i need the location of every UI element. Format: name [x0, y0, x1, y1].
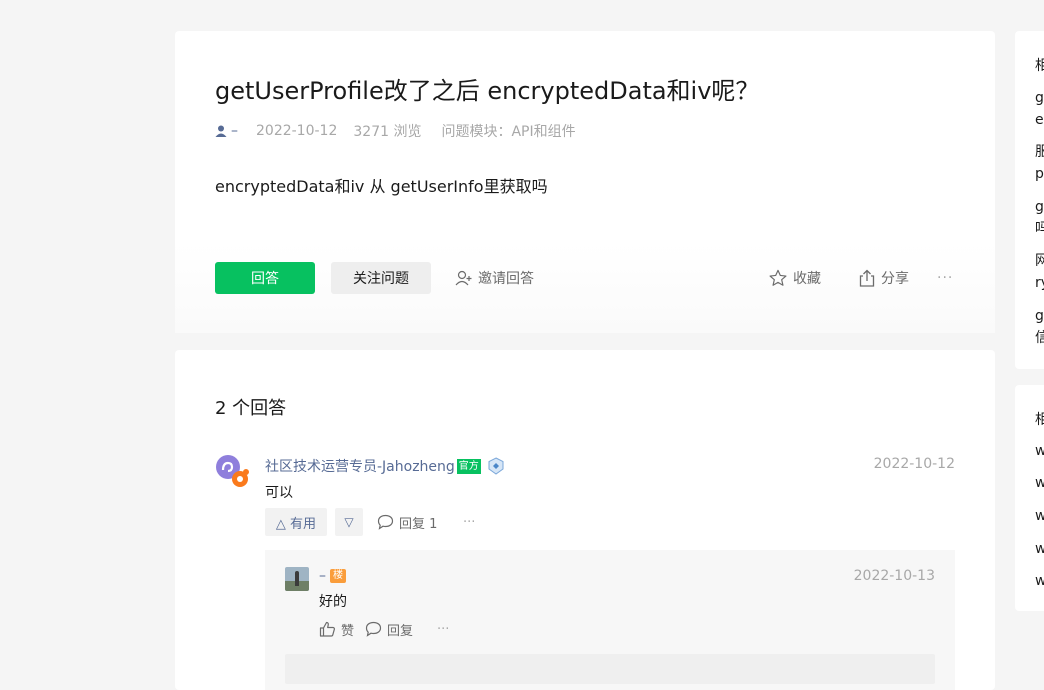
second-panel-title: 相: [1035, 412, 1044, 428]
related-item-line: 信: [1035, 330, 1044, 346]
comment-icon: [377, 514, 394, 530]
related-item-line: 吗: [1035, 221, 1044, 237]
verified-shield-icon: [487, 457, 505, 475]
reply-date: 2022-10-13: [853, 568, 935, 584]
share-icon: [859, 269, 875, 287]
reply-button[interactable]: 回复: [365, 618, 413, 640]
related-item[interactable]: 网 ry: [1035, 250, 1044, 294]
question-card: getUserProfile改了之后 encryptedData和iv呢？ – …: [175, 31, 995, 333]
add-user-icon: [455, 270, 473, 286]
question-module-link[interactable]: API和组件: [511, 121, 575, 141]
sidebar-link[interactable]: w: [1035, 570, 1044, 592]
related-item-line: 服: [1035, 144, 1044, 160]
share-button[interactable]: 分享: [859, 262, 909, 294]
reply-author-row: – 楼: [319, 568, 346, 584]
question-body: encryptedData和iv 从 getUserInfo里获取吗: [215, 177, 548, 196]
related-questions-panel: 相 g e 服 p g 吗 网 ry g 信: [1015, 31, 1044, 369]
related-item[interactable]: g 吗: [1035, 196, 1044, 240]
favorite-button[interactable]: 收藏: [769, 262, 821, 294]
related-item-line: ry: [1035, 275, 1044, 291]
user-icon: [215, 125, 227, 137]
answer-author-name[interactable]: 社区技术运营专员-Jahozheng: [265, 456, 455, 476]
related-item-line: p: [1035, 166, 1044, 182]
star-icon: [769, 269, 787, 287]
follow-question-button[interactable]: 关注问题: [331, 262, 431, 294]
question-views: 3271 浏览: [353, 124, 422, 140]
reply-label: 回复: [387, 623, 414, 639]
avatar[interactable]: [215, 454, 249, 488]
related-item[interactable]: 服 p: [1035, 141, 1044, 185]
question-actions-bar: 回答 关注问题 邀请回答 收藏 分享 ···: [175, 243, 995, 333]
answer-date: 2022-10-12: [873, 456, 955, 472]
like-button[interactable]: 赞: [319, 618, 354, 640]
share-label: 分享: [881, 271, 909, 287]
reply-text: 好的: [319, 594, 347, 610]
related-item-line: g: [1035, 90, 1044, 106]
answer-author-row: 社区技术运营专员-Jahozheng 官方: [265, 456, 505, 476]
related-item[interactable]: g e: [1035, 87, 1044, 131]
reply-more-button[interactable]: ···: [437, 618, 449, 640]
answer-text: 可以: [265, 485, 293, 501]
question-date: 2022-10-12: [256, 123, 338, 139]
reply-input[interactable]: [285, 654, 935, 684]
comment-icon: [365, 621, 382, 637]
sidebar-link[interactable]: w: [1035, 538, 1044, 560]
reply-button[interactable]: 回复 1: [377, 508, 437, 536]
related-item[interactable]: g 信: [1035, 305, 1044, 349]
floor-badge: 楼: [330, 569, 346, 583]
sidebar-link[interactable]: w: [1035, 505, 1044, 527]
like-label: 赞: [341, 623, 355, 639]
question-author[interactable]: –: [231, 123, 238, 139]
answer-button[interactable]: 回答: [215, 262, 315, 294]
related-panel-title: 相: [1035, 58, 1044, 74]
question-title: getUserProfile改了之后 encryptedData和iv呢？: [215, 77, 760, 105]
sidebar-link[interactable]: w: [1035, 472, 1044, 494]
invite-answer-button[interactable]: 邀请回答: [455, 262, 534, 294]
related-item-line: g: [1035, 308, 1044, 324]
related-item-line: e: [1035, 112, 1044, 128]
avatar[interactable]: [285, 567, 309, 591]
question-meta: – 2022-10-12 3271 浏览 问题模块： API和组件: [215, 121, 576, 141]
reply-author-name[interactable]: –: [319, 568, 326, 584]
official-badge: 官方: [456, 458, 481, 474]
not-useful-button[interactable]: ▽: [335, 508, 363, 536]
useful-button[interactable]: △ 有用: [265, 508, 327, 536]
answers-card: 2 个回答 社区技术运营专员-Jahozheng 官方 2022-10-12 可…: [175, 350, 995, 690]
answers-count: 2 个回答: [215, 398, 287, 419]
reply-count-label: 回复 1: [399, 516, 438, 532]
favorite-label: 收藏: [793, 271, 821, 287]
thumbs-up-icon: [319, 621, 336, 637]
related-item-line: g: [1035, 199, 1044, 215]
answer-more-button[interactable]: ···: [463, 508, 475, 536]
reply-thread: – 楼 2022-10-13 好的 赞 回复 ···: [265, 550, 955, 690]
sidebar-link[interactable]: w: [1035, 440, 1044, 462]
question-module-label: 问题模块：: [441, 124, 512, 140]
more-options-button[interactable]: ···: [937, 262, 953, 294]
second-sidebar-panel: 相 w w w w w: [1015, 385, 1044, 611]
invite-answer-label: 邀请回答: [478, 271, 534, 287]
related-item-line: 网: [1035, 253, 1044, 269]
